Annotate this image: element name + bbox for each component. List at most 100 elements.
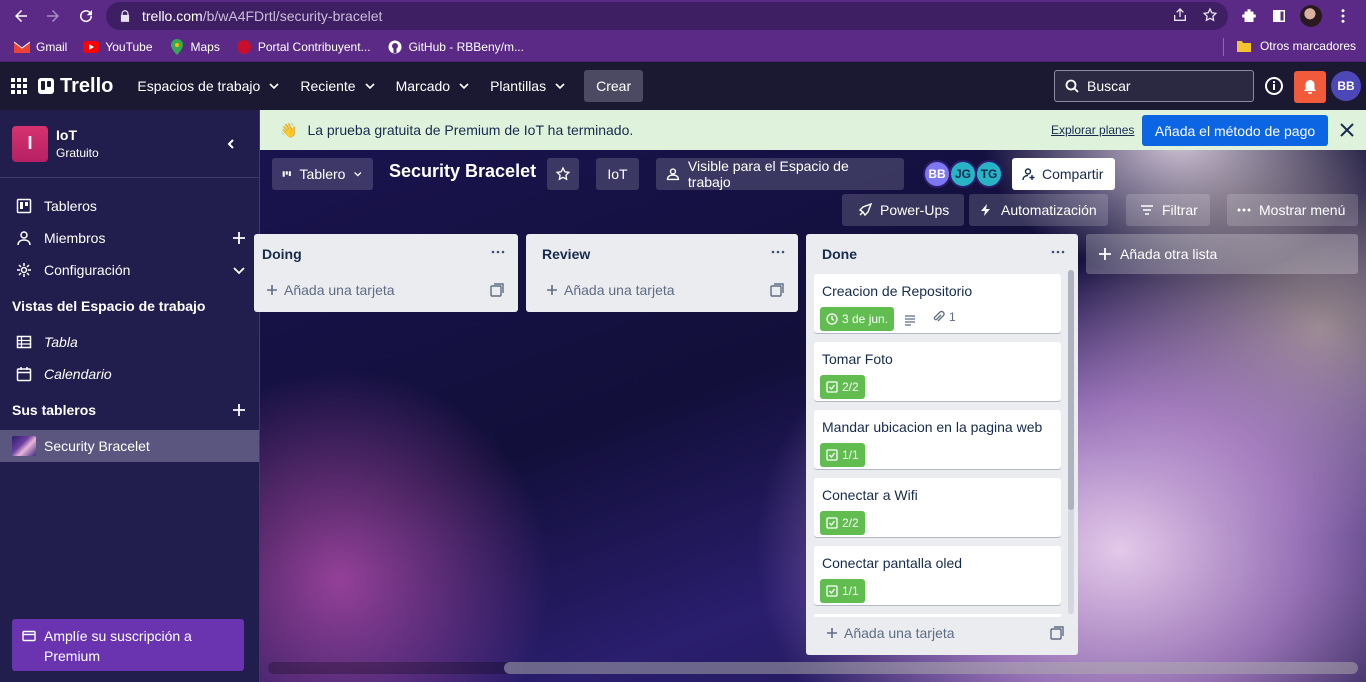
kebab-menu-icon[interactable] <box>1334 7 1352 25</box>
add-card-label: Añada una tarjeta <box>284 282 395 298</box>
sidebar-view-calendar[interactable]: Calendario <box>0 358 259 390</box>
views-heading: Vistas del Espacio de trabajo <box>12 298 206 314</box>
view-label: Tablero <box>299 166 346 182</box>
due-date-badge[interactable]: 3 de jun. <box>820 307 895 331</box>
create-button[interactable]: Crear <box>584 70 644 102</box>
notifications-button[interactable] <box>1294 71 1326 103</box>
bookmark-github[interactable]: GitHub - RBBeny/m... <box>387 40 524 54</box>
checklist-badge: 1/1 <box>820 579 865 603</box>
board-thumbnail <box>12 436 36 456</box>
list-scrollbar[interactable] <box>1068 270 1074 614</box>
back-button[interactable] <box>5 0 37 32</box>
member-avatar[interactable]: BB <box>923 160 951 188</box>
show-menu-button[interactable]: Mostrar menú <box>1227 194 1358 226</box>
board-view-switcher[interactable]: Tablero <box>272 158 373 190</box>
list-scrollbar-thumb[interactable] <box>1068 270 1074 510</box>
explore-plans-link[interactable]: Explorar planes <box>1051 123 1134 137</box>
card[interactable]: Conectar a Wifi 2/2 <box>814 478 1061 537</box>
add-payment-button[interactable]: Añada el método de pago <box>1142 115 1328 146</box>
sidebar-view-table[interactable]: Tabla <box>0 326 259 358</box>
card-template-icon[interactable] <box>770 283 784 297</box>
bookmark-youtube[interactable]: YouTube <box>83 39 153 54</box>
filter-button[interactable]: Filtrar <box>1126 194 1210 226</box>
bookmark-gmail[interactable]: Gmail <box>14 40 67 54</box>
list-title[interactable]: Done <box>822 246 857 262</box>
menu-starred[interactable]: Marcado <box>386 70 480 102</box>
chevron-down-icon <box>365 83 375 90</box>
card-template-icon[interactable] <box>490 283 504 297</box>
banner-text: La prueba gratuita de Premium de IoT ha … <box>307 122 634 138</box>
account-avatar[interactable]: BB <box>1331 71 1361 101</box>
workspace-name[interactable]: IoT <box>56 127 99 143</box>
bookmark-label: YouTube <box>105 39 153 54</box>
board-title[interactable]: Security Bracelet <box>389 161 536 182</box>
menu-templates[interactable]: Plantillas <box>480 70 576 102</box>
star-board-button[interactable] <box>547 158 579 190</box>
bookmark-maps[interactable]: Maps <box>169 38 220 55</box>
member-avatar[interactable]: JG <box>949 160 977 188</box>
share-page-icon[interactable] <box>1172 7 1188 23</box>
other-bookmarks[interactable]: Otros marcadores <box>1236 39 1356 53</box>
add-card-button[interactable]: Añada una tarjeta <box>546 276 675 304</box>
profile-avatar[interactable] <box>1300 5 1322 27</box>
close-icon[interactable] <box>1338 121 1356 139</box>
list-title[interactable]: Review <box>542 246 590 262</box>
sidebar-item-settings[interactable]: Configuración <box>0 254 259 286</box>
list-title[interactable]: Doing <box>262 246 302 262</box>
info-icon[interactable] <box>1262 74 1286 98</box>
add-board-icon[interactable] <box>231 402 247 418</box>
bookmarks-bar: Gmail YouTube Maps Portal Contribuyent..… <box>0 32 1366 62</box>
menu-workspaces[interactable]: Espacios de trabajo <box>127 70 290 102</box>
search-input[interactable]: Buscar <box>1054 70 1254 102</box>
board-scrollbar-thumb[interactable] <box>504 662 1358 674</box>
collapse-sidebar-button[interactable] <box>219 132 243 156</box>
add-member-icon[interactable] <box>231 230 247 246</box>
calendar-icon <box>16 367 32 382</box>
address-bar[interactable]: trello.com/b/wA4FDrtl/security-bracelet <box>106 2 1228 30</box>
add-card-button[interactable]: Añada una tarjeta <box>826 619 955 647</box>
folder-icon <box>1236 39 1252 53</box>
workspace-button[interactable]: IoT <box>596 158 639 190</box>
list-actions-icon[interactable] <box>770 244 786 260</box>
table-icon <box>16 335 32 349</box>
reload-button[interactable] <box>70 0 102 32</box>
share-button[interactable]: Compartir <box>1012 158 1115 190</box>
chevron-down-icon <box>555 83 565 90</box>
card[interactable]: Conectar pantalla oled 1/1 <box>814 546 1061 605</box>
list-actions-icon[interactable] <box>1050 244 1066 260</box>
upgrade-premium-button[interactable]: Amplíe su suscripción a Premium <box>12 619 244 671</box>
extensions-icon[interactable] <box>1240 7 1258 25</box>
sidebar-item-members[interactable]: Miembros <box>0 222 259 254</box>
card[interactable]: Tomar Foto 2/2 <box>814 342 1061 401</box>
reload-icon <box>80 10 93 23</box>
card[interactable]: Mandar ubicacion en la pagina web 1/1 <box>814 410 1061 469</box>
checklist-count: 2/2 <box>842 516 859 530</box>
app-switcher-button[interactable] <box>0 62 38 110</box>
add-card-button[interactable]: Añada una tarjeta <box>266 276 395 304</box>
chevron-down-icon[interactable] <box>231 262 247 278</box>
member-avatar[interactable]: TG <box>975 160 1003 188</box>
sidebar-board-security-bracelet[interactable]: Security Bracelet <box>0 430 259 462</box>
powerups-button[interactable]: Power-Ups <box>842 194 964 226</box>
card-template-icon[interactable] <box>1050 626 1064 640</box>
board-horizontal-scrollbar[interactable] <box>268 662 1358 674</box>
sidebar-item-boards[interactable]: Tableros <box>0 190 259 222</box>
list-actions-icon[interactable] <box>490 244 506 260</box>
bookmark-portal[interactable]: Portal Contribuyent... <box>236 39 371 54</box>
forward-button[interactable] <box>37 0 69 32</box>
automation-button[interactable]: Automatización <box>969 194 1108 226</box>
share-label: Compartir <box>1042 166 1104 182</box>
visibility-button[interactable]: Visible para el Espacio de trabajo <box>656 158 904 190</box>
add-list-label: Añada otra lista <box>1120 246 1218 262</box>
trial-ended-banner: 👋 La prueba gratuita de Premium de IoT h… <box>260 110 1366 150</box>
add-list-button[interactable]: Añada otra lista <box>1086 234 1358 274</box>
card[interactable]: Creacion de Repositorio 3 de jun. 1 <box>814 274 1061 333</box>
star-bookmark-icon[interactable] <box>1202 7 1218 23</box>
trello-logo[interactable]: Trello <box>38 75 113 98</box>
plus-icon <box>1099 248 1111 260</box>
menu-recent[interactable]: Reciente <box>290 70 385 102</box>
side-panel-icon[interactable] <box>1270 7 1288 25</box>
card-title: Mandar ubicacion en la pagina web <box>822 419 1043 435</box>
maps-icon <box>169 38 185 55</box>
board-icon <box>16 198 32 214</box>
